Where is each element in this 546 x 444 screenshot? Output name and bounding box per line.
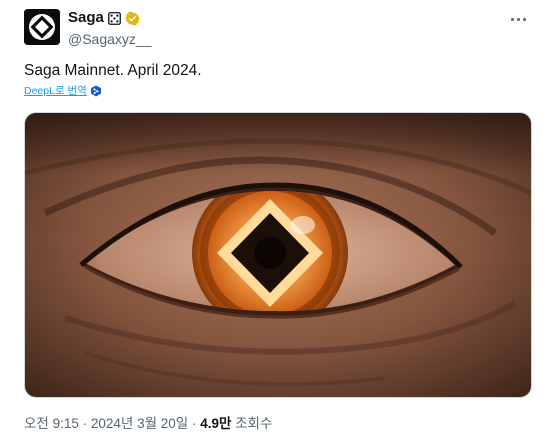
- views-count: 4.9만: [200, 416, 232, 431]
- author-display-name[interactable]: Saga: [68, 9, 104, 27]
- eye-image: [25, 113, 531, 397]
- tweet-media[interactable]: [24, 112, 532, 398]
- author-block: Saga @Sagaxyz__: [68, 9, 151, 48]
- translate-link[interactable]: DeepL로 번역: [24, 83, 102, 98]
- tweet-text: Saga Mainnet. April 2024.: [24, 62, 202, 79]
- more-options-icon[interactable]: [504, 8, 532, 30]
- verified-badge-icon[interactable]: [125, 11, 140, 26]
- deepl-icon: [90, 85, 102, 97]
- avatar[interactable]: [24, 9, 60, 45]
- tweet-date[interactable]: 2024년 3월 20일: [91, 416, 188, 431]
- tweet-meta: 오전 9:15 · 2024년 3월 20일 · 4.9만 조회수: [24, 416, 272, 432]
- dice-emoji-icon: [107, 11, 121, 25]
- meta-separator: ·: [188, 416, 201, 431]
- tweet-time[interactable]: 오전 9:15: [24, 416, 79, 431]
- meta-separator: ·: [78, 416, 91, 431]
- translate-label[interactable]: DeepL로 번역: [24, 83, 87, 98]
- views-label: 조회수: [231, 416, 273, 431]
- saga-logo-icon: [24, 9, 60, 45]
- author-handle[interactable]: @Sagaxyz__: [68, 30, 151, 48]
